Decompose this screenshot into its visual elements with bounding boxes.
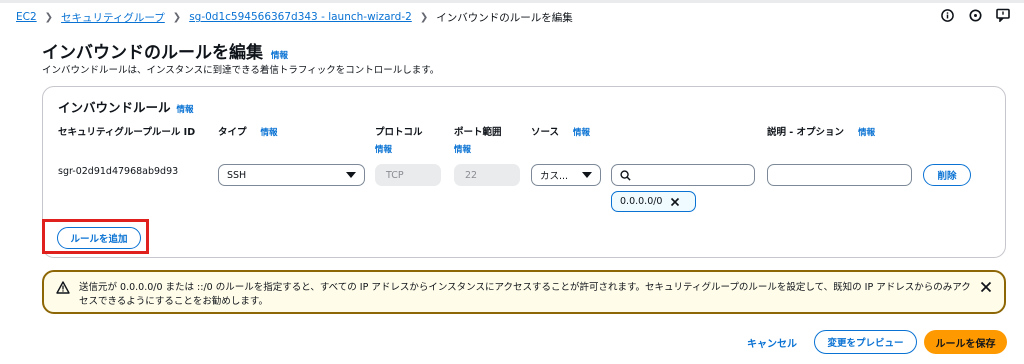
notification-icon[interactable] <box>968 8 982 22</box>
cidr-token: 0.0.0.0/0 <box>611 191 696 212</box>
top-right-toolbar <box>940 8 1010 22</box>
info-circle-icon[interactable] <box>940 8 954 22</box>
breadcrumb-current: インバウンドのルールを編集 <box>436 11 573 24</box>
column-label-source: ソース <box>531 127 560 138</box>
port-value: 22 <box>465 169 478 181</box>
save-rules-label: ルールを保存 <box>935 338 996 350</box>
breadcrumb-security-groups[interactable]: セキュリティグループ <box>61 10 165 25</box>
rule-id: sgr-02d91d47968ab9d93 <box>58 166 179 177</box>
panel-header: インバウンドルール 情報 <box>58 97 194 116</box>
breadcrumb: EC2 ❯ セキュリティグループ ❯ sg-0d1c594566367d343 … <box>16 9 573 25</box>
warning-alert: 送信元が 0.0.0.0/0 または ::/0 のルールを指定すると、すべての … <box>42 270 1006 314</box>
page-title: インバウンドのルールを編集 <box>42 43 263 63</box>
type-select[interactable]: SSH <box>218 164 365 186</box>
warning-icon <box>56 281 70 294</box>
delete-rule-button[interactable]: 削除 <box>923 164 971 186</box>
caret-down-icon <box>582 172 592 178</box>
type-select-value: SSH <box>227 169 247 181</box>
protocol-value: TCP <box>386 169 404 181</box>
column-header-protocol: プロトコル <box>375 124 423 138</box>
page-header: インバウンドのルールを編集 情報 <box>42 38 288 63</box>
inbound-rules-panel: インバウンドルール 情報 セキュリティグループルール ID タイプ 情報 プロト… <box>42 86 1006 258</box>
page-info-link[interactable]: 情報 <box>271 49 288 61</box>
column-header-description: 説明 - オプション 情報 <box>767 124 875 138</box>
column-label-protocol: プロトコル <box>375 127 423 138</box>
search-icon <box>620 169 631 181</box>
highlight-box <box>42 219 149 254</box>
port-range-field: 22 <box>454 164 520 186</box>
chevron-right-icon: ❯ <box>172 11 182 23</box>
type-info-link[interactable]: 情報 <box>261 126 278 138</box>
source-search-input[interactable] <box>611 164 755 186</box>
column-label-type: タイプ <box>218 127 247 138</box>
top-border <box>0 0 1024 3</box>
column-label-rule-id: セキュリティグループルール ID <box>58 127 196 138</box>
caret-down-icon <box>346 172 356 178</box>
protocol-field: TCP <box>375 164 441 186</box>
feedback-icon[interactable] <box>996 8 1010 22</box>
save-rules-button[interactable]: ルールを保存 <box>924 330 1007 354</box>
page-description: インバウンドルールは、インスタンスに到達できる着信トラフィックをコントロールしま… <box>42 65 440 76</box>
preview-changes-label: 変更をプレビュー <box>827 338 904 349</box>
port-info-link[interactable]: 情報 <box>454 143 471 155</box>
column-header-type: タイプ 情報 <box>218 124 278 138</box>
breadcrumb-ec2[interactable]: EC2 <box>16 11 37 23</box>
column-header-port-range: ポート範囲 <box>454 124 502 138</box>
chevron-right-icon: ❯ <box>419 11 429 23</box>
column-header-source: ソース 情報 <box>531 124 590 138</box>
protocol-info-link[interactable]: 情報 <box>375 143 392 155</box>
source-type-value: カス... <box>540 171 569 182</box>
description-info-link[interactable]: 情報 <box>858 126 875 138</box>
close-icon[interactable] <box>670 197 680 207</box>
cidr-token-value: 0.0.0.0/0 <box>620 196 663 207</box>
column-header-rule-id: セキュリティグループルール ID <box>58 124 195 138</box>
panel-title: インバウンドルール <box>58 100 171 115</box>
chevron-right-icon: ❯ <box>44 11 54 23</box>
panel-info-link[interactable]: 情報 <box>177 103 194 115</box>
description-input[interactable] <box>767 164 912 186</box>
column-label-port-range: ポート範囲 <box>454 127 502 138</box>
source-type-select[interactable]: カス... <box>531 164 601 186</box>
source-info-link[interactable]: 情報 <box>573 126 590 138</box>
close-icon[interactable] <box>980 281 992 293</box>
warning-text: 送信元が 0.0.0.0/0 または ::/0 のルールを指定すると、すべての … <box>79 282 971 307</box>
delete-rule-label: 削除 <box>937 171 957 182</box>
cancel-button[interactable]: キャンセル <box>747 335 797 350</box>
preview-changes-button[interactable]: 変更をプレビュー <box>814 330 917 354</box>
breadcrumb-security-group[interactable]: sg-0d1c594566367d343 - launch-wizard-2 <box>189 11 412 23</box>
column-label-description: 説明 - オプション <box>767 127 845 138</box>
